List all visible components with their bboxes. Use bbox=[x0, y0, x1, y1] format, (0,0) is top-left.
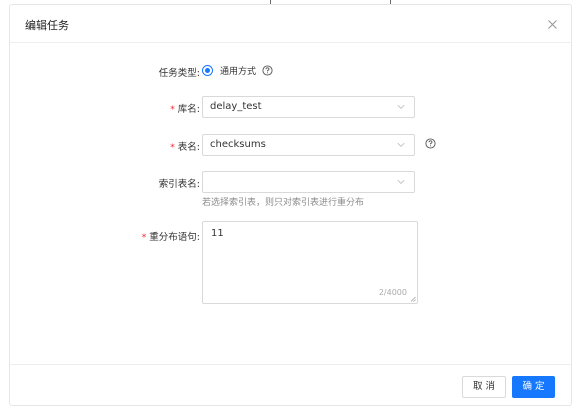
task-type-label: 任务类型: bbox=[158, 68, 200, 79]
index-table-hint: 若选择索引表，则只对索引表进行重分布 bbox=[202, 198, 365, 208]
table-label: * 表名: bbox=[170, 142, 200, 153]
cancel-button[interactable]: 取 消 bbox=[462, 376, 506, 398]
help-icon[interactable] bbox=[262, 65, 273, 76]
redistribute-sql-value: 11 bbox=[211, 228, 224, 239]
radio-label: 通用方式 bbox=[220, 67, 257, 77]
table-select-value: checksums bbox=[210, 139, 266, 150]
task-type-row: 任务类型: 通用方式 bbox=[10, 64, 571, 79]
modal-header: 编辑任务 bbox=[10, 5, 571, 43]
modal-footer: 取 消 确 定 bbox=[10, 364, 571, 406]
redistribute-sql-label: * 重分布语句: bbox=[141, 232, 200, 243]
redistribute-sql-textarea[interactable]: 11 2/4000 bbox=[202, 221, 418, 304]
radio-selected-indicator[interactable] bbox=[202, 65, 213, 76]
required-mark: * bbox=[170, 105, 175, 115]
index-table-select[interactable] bbox=[202, 171, 415, 193]
chevron-down-icon bbox=[397, 142, 405, 148]
index-table-row: 索引表名: 若选择索引表，则只对索引表进行重分布 bbox=[10, 171, 571, 208]
database-select[interactable]: delay_test bbox=[202, 96, 415, 118]
database-select-value: delay_test bbox=[210, 101, 262, 112]
table-row: * 表名: checksums bbox=[10, 134, 571, 156]
chevron-down-icon bbox=[397, 104, 405, 110]
resize-handle-icon[interactable] bbox=[410, 296, 416, 302]
required-mark: * bbox=[170, 143, 175, 153]
database-label: * 库名: bbox=[170, 104, 200, 115]
confirm-button[interactable]: 确 定 bbox=[512, 376, 555, 398]
edit-task-modal: 编辑任务 任务类型: 通用方式 * 库名: delay_test * 表名: c… bbox=[9, 4, 572, 406]
required-mark: * bbox=[141, 233, 147, 243]
modal-title: 编辑任务 bbox=[25, 19, 69, 32]
redistribute-sql-row: * 重分布语句: 11 2/4000 bbox=[10, 221, 571, 304]
chevron-down-icon bbox=[397, 179, 405, 185]
table-select[interactable]: checksums bbox=[202, 134, 415, 156]
index-table-label: 索引表名: bbox=[158, 179, 200, 190]
database-row: * 库名: delay_test bbox=[10, 96, 571, 118]
task-type-radio-general[interactable]: 通用方式 bbox=[202, 64, 273, 77]
close-icon[interactable] bbox=[547, 19, 558, 30]
char-counter: 2/4000 bbox=[378, 288, 407, 297]
help-icon[interactable] bbox=[425, 138, 436, 149]
